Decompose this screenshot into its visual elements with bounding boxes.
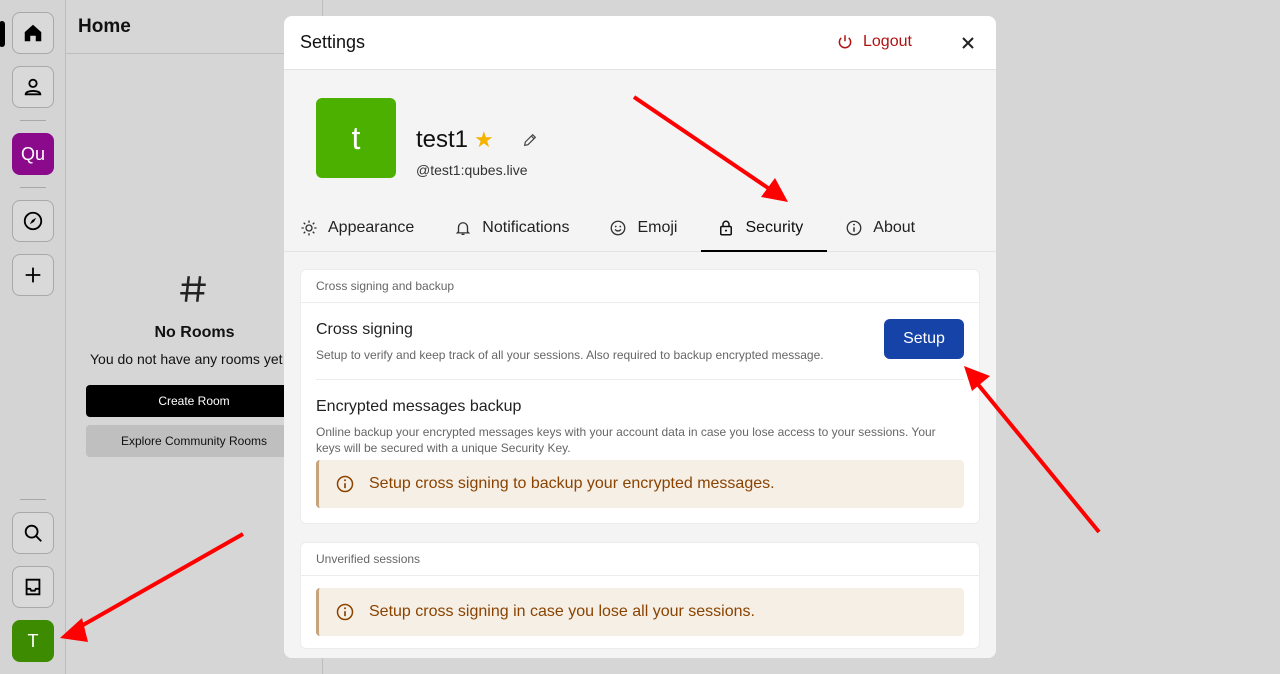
security-panel: Cross signing and backup Cross signing S…: [284, 252, 996, 658]
tab-emoji[interactable]: Emoji: [609, 204, 677, 252]
cross-signing-row: Cross signing Setup to verify and keep t…: [301, 303, 979, 379]
modal-title: Settings: [300, 32, 366, 52]
tab-label: Appearance: [328, 219, 415, 236]
settings-modal: Settings Logout t test1 ★ @test1:qubes.l…: [284, 16, 996, 658]
space-initials: Qu: [20, 143, 45, 164]
tab-notifications[interactable]: Notifications: [454, 204, 569, 252]
active-indicator: [0, 21, 5, 47]
avatar-letter: t: [351, 119, 361, 156]
section-label: Cross signing and backup: [301, 270, 979, 303]
display-name: test1: [416, 126, 469, 153]
home-button[interactable]: [0, 12, 54, 54]
sun-icon: [301, 220, 317, 236]
profile-section: t test1 ★ @test1:qubes.live Appearance N…: [284, 70, 996, 252]
close-icon[interactable]: [958, 33, 978, 53]
tab-appearance[interactable]: Appearance: [300, 204, 414, 252]
power-icon: [838, 35, 852, 49]
display-name-row: test1 ★: [416, 126, 494, 154]
backup-desc: Online backup your encrypted messages ke…: [316, 425, 936, 455]
user-avatar-button[interactable]: T: [12, 620, 54, 662]
inbox-icon: [25, 578, 41, 596]
pencil-icon[interactable]: [522, 132, 538, 148]
tab-label: Notifications: [482, 219, 570, 236]
rail-divider: [20, 120, 46, 121]
info-icon: [846, 220, 862, 236]
backup-row: Encrypted messages backup Online backup …: [301, 380, 979, 523]
inbox-button[interactable]: [12, 566, 54, 608]
direct-messages-button[interactable]: [12, 66, 54, 108]
bell-icon: [456, 222, 471, 236]
compass-icon: [23, 211, 43, 231]
person-icon: [24, 78, 42, 96]
cross-signing-title: Cross signing: [316, 321, 413, 338]
notice-text: Setup cross signing to backup your encry…: [369, 475, 775, 492]
lock-icon: [720, 220, 733, 236]
smiley-icon: [611, 220, 626, 236]
user-id: @test1:qubes.live: [416, 162, 528, 178]
tab-security[interactable]: Security: [701, 204, 828, 252]
info-icon: [336, 603, 354, 621]
tab-label: Emoji: [637, 219, 678, 236]
space-avatar-qu[interactable]: Qu: [12, 133, 54, 175]
create-room-button[interactable]: Create Room: [86, 385, 302, 417]
rail-divider: [20, 187, 46, 188]
cross-signing-card: Cross signing and backup Cross signing S…: [300, 269, 980, 524]
tab-label: About: [873, 219, 916, 236]
search-icon: [24, 524, 42, 542]
modal-header: Settings Logout: [284, 16, 996, 70]
info-icon: [336, 475, 354, 493]
rail-divider: [20, 499, 46, 500]
plus-icon: [25, 267, 41, 283]
explore-button[interactable]: [12, 200, 54, 242]
backup-title: Encrypted messages backup: [316, 398, 522, 415]
setup-button[interactable]: Setup: [884, 319, 964, 359]
user-initial: T: [27, 630, 39, 651]
sessions-notice: Setup cross signing in case you lose all…: [316, 588, 964, 636]
no-rooms-subtitle: You do not have any rooms yet: [90, 351, 283, 367]
hashtag-icon: [176, 272, 210, 316]
logout-label: Logout: [863, 33, 912, 50]
unverified-sessions-card: Unverified sessions Setup cross signing …: [300, 542, 980, 649]
tab-about[interactable]: About: [845, 204, 915, 252]
profile-avatar[interactable]: t: [316, 98, 396, 178]
search-button[interactable]: [12, 512, 54, 554]
add-space-button[interactable]: [12, 254, 54, 296]
star-icon: ★: [474, 127, 494, 152]
space-rail: Qu T: [0, 0, 66, 674]
logout-button[interactable]: Logout: [836, 33, 912, 51]
cross-signing-desc: Setup to verify and keep track of all yo…: [316, 348, 824, 362]
section-label: Unverified sessions: [301, 543, 979, 576]
home-icon: [24, 24, 42, 42]
explore-community-button[interactable]: Explore Community Rooms: [86, 425, 302, 457]
settings-tabs: Appearance Notifications Emoji Security …: [300, 204, 915, 252]
notice-text: Setup cross signing in case you lose all…: [369, 603, 755, 620]
sessions-row: Setup cross signing in case you lose all…: [301, 576, 979, 648]
tab-label: Security: [745, 219, 804, 236]
backup-notice: Setup cross signing to backup your encry…: [316, 460, 964, 508]
